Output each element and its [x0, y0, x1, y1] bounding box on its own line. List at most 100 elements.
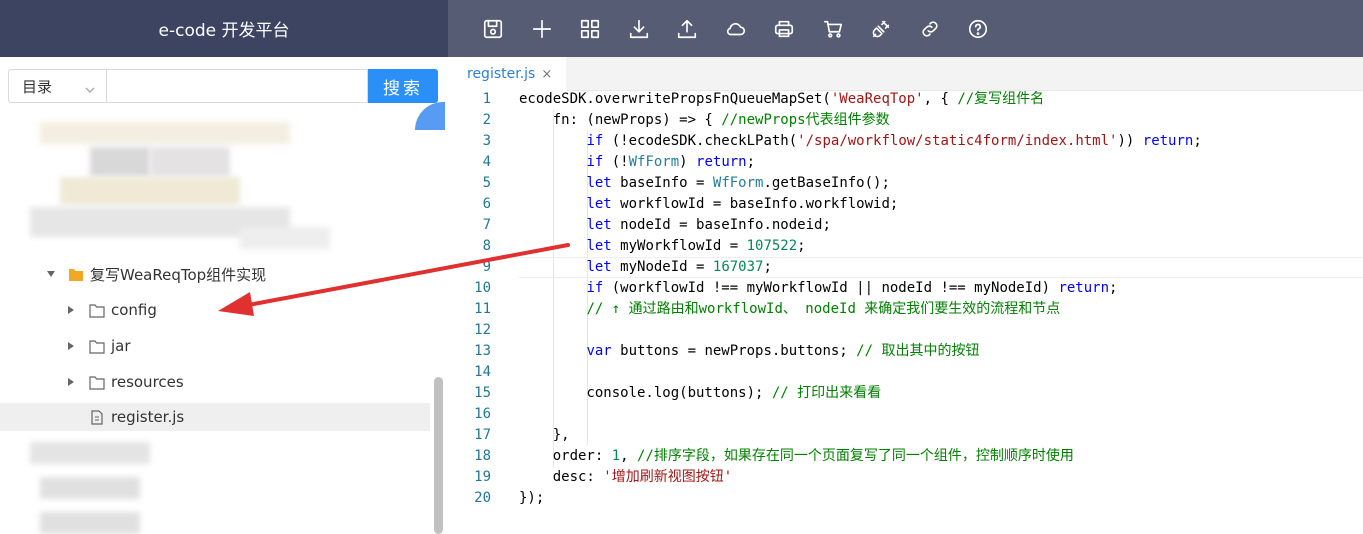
code-line[interactable]: 8 let myWorkflowId = 107522; — [448, 236, 1363, 257]
code-line[interactable]: 17 }, — [448, 425, 1363, 446]
code-line[interactable]: 14 — [448, 362, 1363, 383]
code-line[interactable]: 4 if (!WfForm) return; — [448, 152, 1363, 173]
code-text: let myNodeId = 167037; — [586, 259, 772, 275]
code-line[interactable]: 16 — [448, 404, 1363, 425]
sidebar: 目录 搜索 复写WeaReqTop组件实现 config jar resourc… — [0, 57, 448, 534]
line-number: 13 — [474, 343, 491, 359]
code-line[interactable]: 2 fn: (newProps) => { //newProps代表组件参数 — [448, 110, 1363, 131]
code-line[interactable]: 20}); — [448, 488, 1363, 509]
line-number: 6 — [482, 196, 491, 212]
directory-select-value: 目录 — [22, 77, 53, 96]
tree-item-label: jar — [111, 337, 131, 355]
caret-right-icon[interactable] — [67, 378, 75, 386]
tree-item-resources[interactable]: resources — [0, 368, 430, 396]
code-line[interactable]: 11 // ↑ 通过路由和workflowId、 nodeId 来确定我们要生效… — [448, 299, 1363, 320]
code-line[interactable]: 7 let nodeId = baseInfo.nodeid; — [448, 215, 1363, 236]
link-button[interactable] — [906, 0, 955, 57]
code-line[interactable]: 18 order: 1, //排序字段，如果存在同一个页面复写了同一个组件，控制… — [448, 446, 1363, 467]
line-number: 9 — [482, 259, 491, 275]
line-number: 18 — [474, 448, 491, 464]
line-number: 20 — [474, 490, 491, 506]
code-text: if (!WfForm) return; — [586, 154, 756, 170]
tree-item-label: resources — [111, 373, 184, 391]
plug-button[interactable] — [857, 0, 906, 57]
scrollbar-thumb[interactable] — [434, 377, 443, 534]
tree-item-jar[interactable]: jar — [0, 332, 430, 360]
help-icon — [969, 19, 988, 38]
code-text: // ↑ 通过路由和workflowId、 nodeId 来确定我们要生效的流程… — [586, 301, 1061, 317]
search-input[interactable] — [107, 69, 368, 103]
cloud-button[interactable] — [712, 0, 761, 57]
line-number: 5 — [482, 175, 491, 191]
folder-icon — [89, 338, 106, 354]
grid-icon — [581, 19, 600, 38]
tree-item-config[interactable]: config — [0, 296, 430, 324]
code-line[interactable]: 6 let workflowId = baseInfo.workflowid; — [448, 194, 1363, 215]
line-number: 15 — [474, 385, 491, 401]
cart-icon — [823, 20, 842, 38]
code-text: console.log(buttons); // 打印出来看看 — [519, 385, 882, 401]
line-number: 17 — [474, 427, 491, 443]
code-text: let workflowId = baseInfo.workflowid; — [586, 196, 899, 212]
folder-icon — [89, 302, 106, 318]
line-number: 11 — [474, 301, 491, 317]
cart-button[interactable] — [809, 0, 858, 57]
save-icon — [484, 19, 503, 38]
code-line[interactable]: 1 ecodeSDK.overwritePropsFnQueueMapSet('W… — [448, 89, 1363, 110]
code-text: }); — [519, 490, 545, 506]
code-line[interactable]: 10 if (workflowId !== myWorkflowId || no… — [448, 278, 1363, 299]
directory-select[interactable]: 目录 — [8, 69, 107, 103]
editor-tab-bar: register.js × — [448, 57, 1363, 91]
code-line[interactable]: 15 console.log(buttons); // 打印出来看看 — [448, 383, 1363, 404]
code-line[interactable]: 13 var buttons = newProps.buttons; // 取出… — [448, 341, 1363, 362]
save-button[interactable] — [469, 0, 518, 57]
app-title-bar: e-code 开发平台 — [0, 0, 448, 57]
code-text: desc: '增加刷新视图按钮' — [519, 469, 733, 485]
tree-item-register-js[interactable]: register.js — [0, 403, 430, 431]
redacted-tree-area-bottom — [0, 437, 430, 534]
line-number: 3 — [482, 133, 491, 149]
add-button[interactable] — [518, 0, 567, 57]
caret-right-icon[interactable] — [67, 306, 75, 314]
close-icon[interactable]: × — [541, 67, 552, 82]
app-title: e-code 开发平台 — [158, 21, 290, 41]
tree-item-label: register.js — [111, 408, 185, 426]
line-number: 12 — [474, 322, 491, 338]
code-text: order: 1, //排序字段，如果存在同一个页面复写了同一个组件，控制顺序时… — [519, 448, 1074, 464]
line-number: 14 — [474, 364, 491, 380]
tab-register-js[interactable]: register.js × — [448, 57, 566, 91]
code-line[interactable]: 5 let baseInfo = WfForm.getBaseInfo(); — [448, 173, 1363, 194]
code-line[interactable]: 3 if (!ecodeSDK.checkLPath('/spa/workflo… — [448, 131, 1363, 152]
line-number: 1 — [482, 91, 491, 107]
line-number: 2 — [482, 112, 491, 128]
upload-button[interactable] — [663, 0, 712, 57]
tree-folder-row[interactable]: 复写WeaReqTop组件实现 — [0, 260, 430, 288]
add-icon — [532, 19, 551, 38]
download-icon — [629, 19, 648, 38]
line-number: 4 — [482, 154, 491, 170]
caret-right-icon[interactable] — [67, 342, 75, 350]
toolbar — [448, 0, 1363, 57]
tab-label: register.js — [467, 66, 536, 82]
grid-button[interactable] — [566, 0, 615, 57]
code-text: fn: (newProps) => { //newProps代表组件参数 — [519, 112, 890, 128]
link-icon — [922, 20, 938, 37]
print-button[interactable] — [760, 0, 809, 57]
upload-icon — [678, 19, 697, 38]
code-line[interactable]: 12 — [448, 320, 1363, 341]
code-line[interactable]: 9 let myNodeId = 167037; — [448, 257, 1363, 278]
tree-folder-label: 复写WeaReqTop组件实现 — [90, 265, 267, 284]
download-button[interactable] — [615, 0, 664, 57]
print-icon — [775, 20, 794, 37]
code-text: let nodeId = baseInfo.nodeid; — [586, 217, 831, 233]
app-window: e-code 开发平台 目录 搜索 复写WeaReqTop组件实现 config… — [0, 0, 1363, 534]
sidebar-scrollbar[interactable] — [432, 377, 444, 534]
code-line[interactable]: 19 desc: '增加刷新视图按钮' — [448, 467, 1363, 488]
caret-down-icon[interactable] — [47, 270, 55, 278]
help-button[interactable] — [954, 0, 1003, 57]
search-bar: 目录 搜索 — [8, 69, 438, 103]
line-number: 8 — [482, 238, 491, 254]
search-button[interactable]: 搜索 — [368, 69, 438, 103]
tree-item-label: config — [111, 301, 157, 319]
code-text: ecodeSDK.overwritePropsFnQueueMapSet('We… — [519, 91, 1045, 107]
